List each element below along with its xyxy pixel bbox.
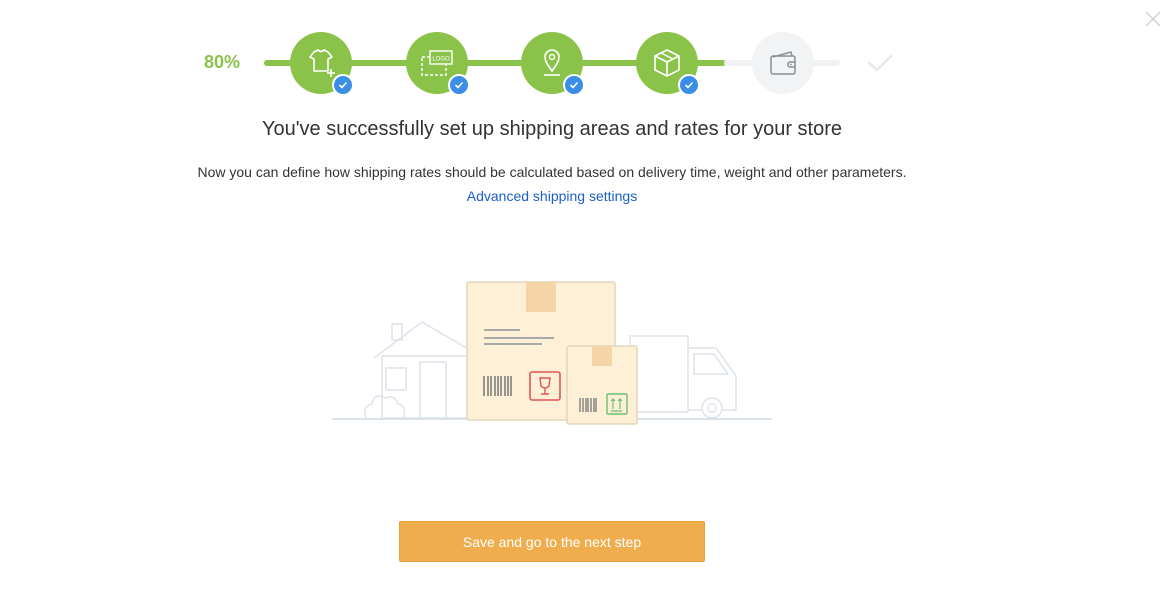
svg-text:LOGO: LOGO [432,57,450,63]
step-complete-check-icon [563,74,585,96]
step-complete-check-icon [678,74,700,96]
tshirt-add-icon [309,49,335,77]
step-packaging[interactable] [636,32,700,96]
location-pin-icon [544,49,560,76]
advanced-shipping-settings-link[interactable]: Advanced shipping settings [467,188,637,204]
page-title: You've successfully set up shipping area… [261,118,843,140]
description-text: Now you can define how shipping rates sh… [197,164,907,180]
step-payment[interactable] [752,32,814,94]
box-icon [654,49,680,77]
wallet-icon [770,51,796,75]
close-icon[interactable] [1143,9,1163,29]
progress-percent: 80% [204,52,241,72]
finish-check-icon [867,54,893,72]
logo-icon: LOGO [421,50,453,76]
step-logo[interactable]: LOGO [406,32,470,96]
step-complete-check-icon [448,74,470,96]
step-product[interactable] [290,32,354,96]
save-next-step-button[interactable]: Save and go to the next step [399,521,705,562]
step-shipping[interactable] [521,32,585,96]
shipping-boxes-illustration [332,281,772,425]
step-complete-check-icon [332,74,354,96]
